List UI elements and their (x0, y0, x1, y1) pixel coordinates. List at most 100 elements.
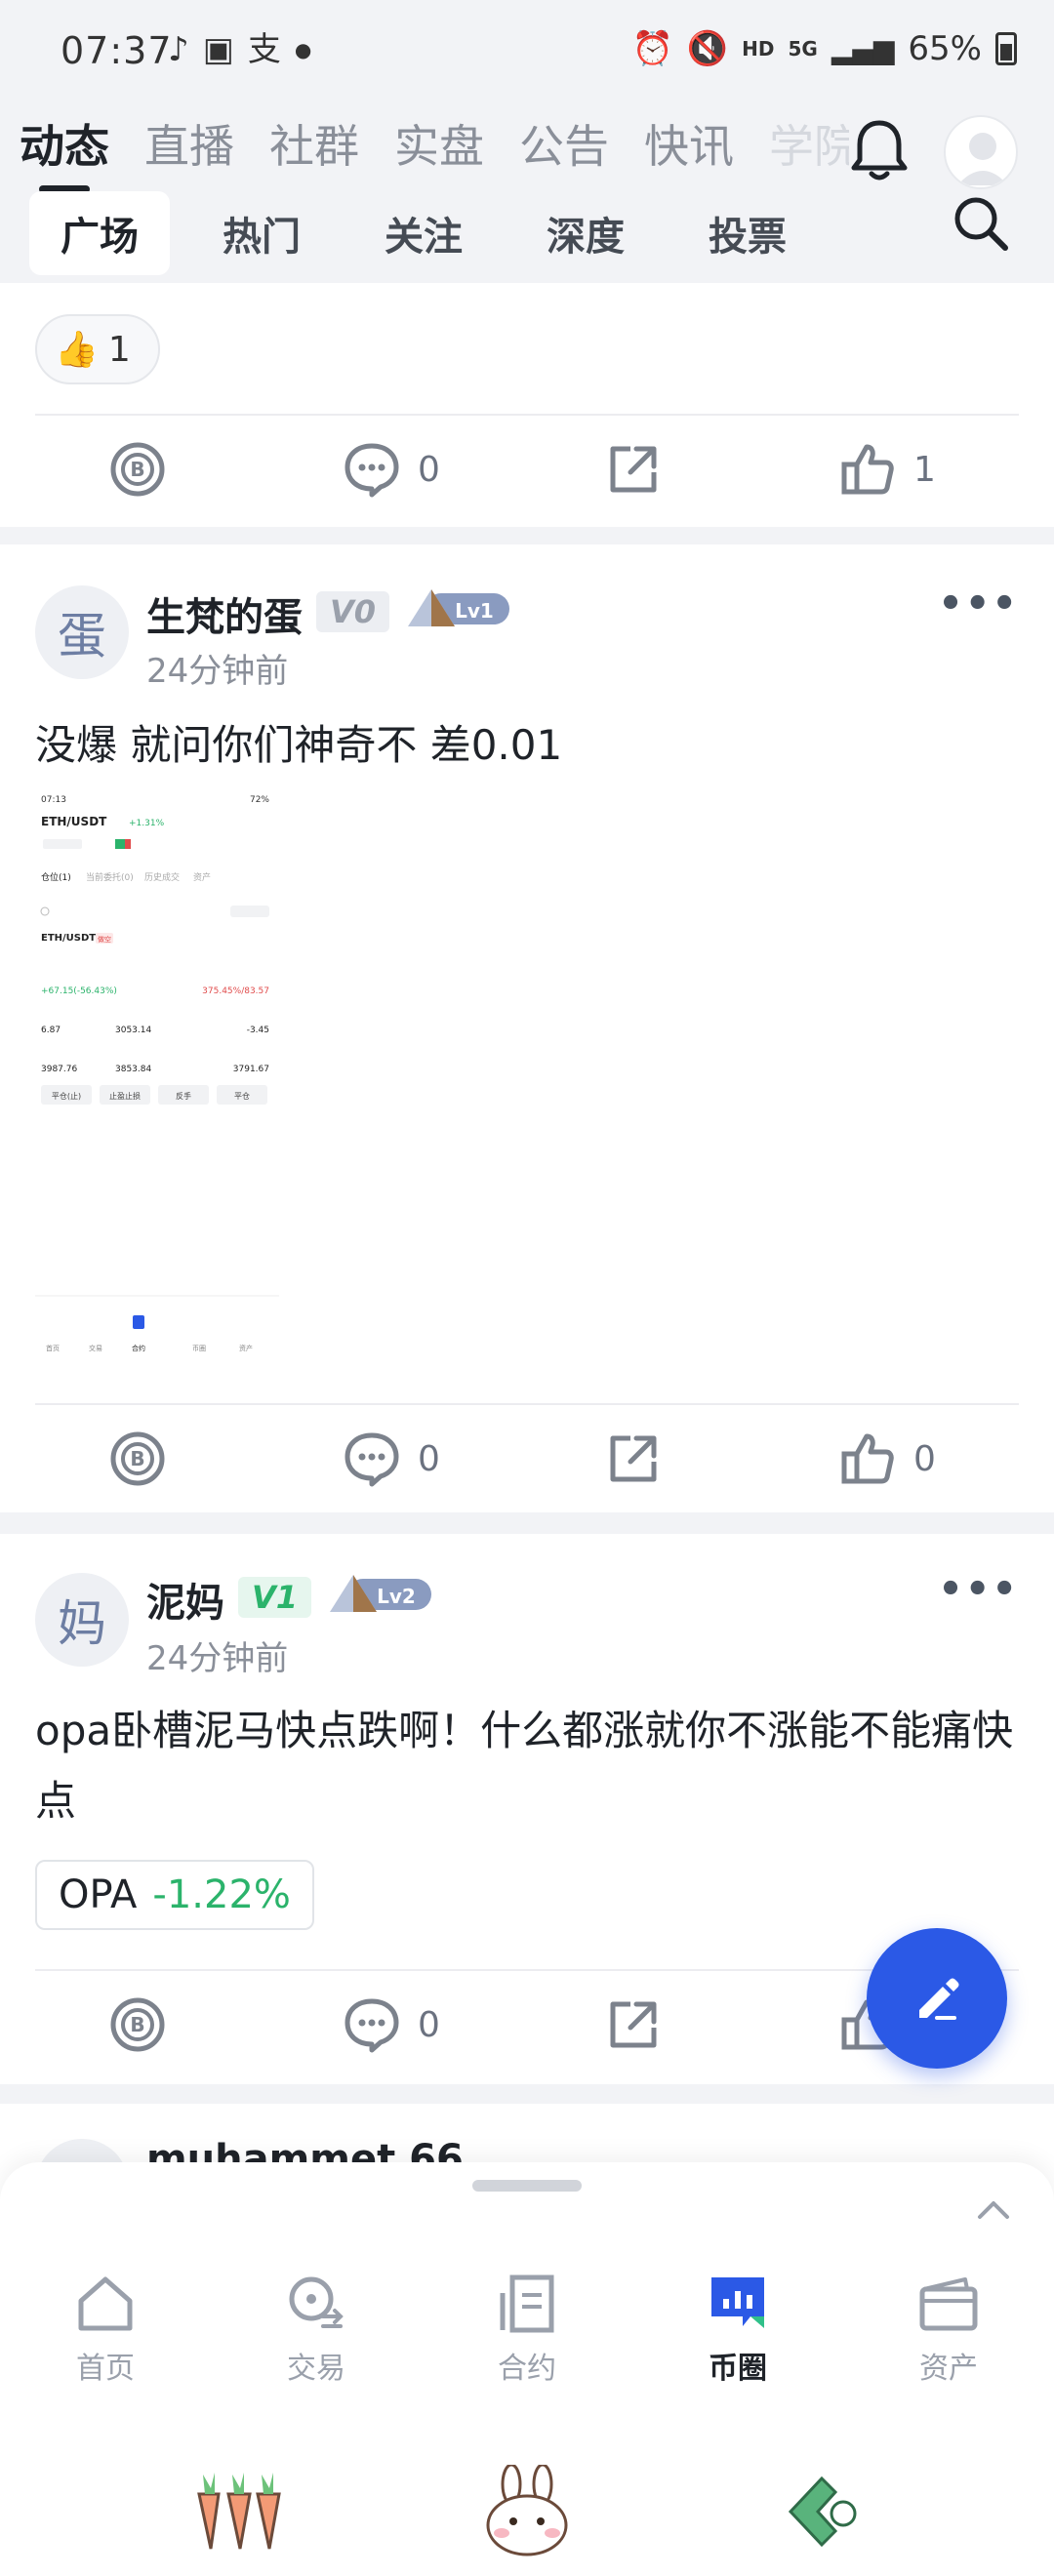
tiktok-icon: ♪ (168, 30, 189, 69)
green-arrow-app-icon[interactable] (771, 2465, 878, 2558)
status-right: ⏰ 🔇 HD 5G ▂▄▆ 65% (631, 29, 1017, 68)
thumb-position-pair: ETH/USDT (41, 933, 96, 944)
thumb-row2-a: 3987.76 (41, 1065, 77, 1074)
tab-flash-news[interactable]: 快讯 (644, 111, 734, 193)
tab-academy[interactable]: 学院 (769, 111, 849, 193)
thumb-nav-community: 币圈 (192, 1345, 206, 1352)
comment-button[interactable]: 0 (344, 416, 440, 523)
alarm-icon: ⏰ (631, 29, 673, 68)
chevron-up-icon[interactable] (972, 2188, 1015, 2231)
comment-icon (345, 443, 399, 498)
gallery-icon: ▣ (202, 30, 234, 69)
post-time: 24分钟前 (146, 1639, 289, 1678)
svg-text:B: B (130, 458, 144, 481)
level-label: Lv1 (455, 599, 494, 623)
pencil-icon (919, 1978, 959, 2020)
tip-button[interactable]: B (109, 1405, 166, 1512)
thumb-time: 07:13 (41, 795, 66, 805)
thumb-pair-change: +1.31% (129, 819, 165, 828)
carrot-icon[interactable] (185, 2465, 293, 2558)
level-badge-icon: Lv2 (330, 1575, 431, 1612)
thumb-btn-reverse: 反手 (176, 1091, 191, 1101)
share-button[interactable] (605, 1405, 662, 1512)
bell-icon[interactable] (849, 117, 910, 183)
subtab-hot[interactable]: 热门 (191, 191, 332, 275)
nav-home[interactable]: 首页 (0, 2272, 211, 2418)
subtab-following[interactable]: 关注 (353, 191, 494, 275)
more-options-icon[interactable]: ••• (938, 582, 1019, 626)
nav-community[interactable]: 币圈 (632, 2272, 843, 2418)
nav-trade[interactable]: 交易 (211, 2272, 422, 2418)
search-icon[interactable] (951, 193, 1011, 254)
dot-icon: ● (294, 38, 312, 61)
battery-percent: 65% (908, 29, 982, 68)
subtab-depth[interactable]: 深度 (515, 191, 656, 275)
main-tabs: 动态 直播 社群 实盘 公告 快讯 学院 (20, 111, 849, 193)
subtab-square[interactable]: 广场 (29, 191, 170, 275)
tip-button[interactable]: B (109, 1971, 166, 2078)
thumb-battery: 72% (250, 795, 269, 805)
thumb-pair: ETH/USDT (41, 815, 107, 828)
comment-count: 0 (418, 1438, 440, 1479)
nav-label: 合约 (498, 2352, 556, 2386)
reaction-chip[interactable]: 👍 1 (35, 314, 160, 384)
action-bar: B 0 0 (0, 1405, 1054, 1512)
profile-avatar[interactable] (944, 115, 1018, 189)
nav-assets[interactable]: 资产 (843, 2272, 1054, 2418)
tip-button[interactable]: B (109, 416, 166, 523)
network-label: HD (742, 37, 775, 60)
post-content: 没爆 就问你们神奇不 差0.01 (35, 721, 563, 769)
tab-live[interactable]: 直播 (144, 111, 234, 193)
contract-icon (500, 2274, 554, 2333)
comment-button[interactable]: 0 (344, 1405, 440, 1512)
bottom-nav: 首页 交易 合约 币圈 资产 (0, 2272, 1054, 2418)
home-icon (78, 2276, 133, 2331)
vip-badge: V1 (238, 1577, 312, 1618)
action-bar: B 0 1 (0, 416, 1054, 523)
sheet-drag-handle[interactable] (472, 2180, 582, 2192)
trade-icon (289, 2276, 344, 2328)
subtab-vote[interactable]: 投票 (677, 191, 818, 275)
thumb-position-tag: 做空 (98, 935, 111, 944)
level-label: Lv2 (377, 1585, 416, 1608)
like-count: 0 (913, 1438, 936, 1479)
status-bar: 07:37 ♪ ▣ 支 ● ⏰ 🔇 HD 5G ▂▄▆ 65% (0, 0, 1054, 109)
compose-button[interactable] (867, 1928, 1007, 2069)
avatar[interactable]: 妈 (35, 1573, 129, 1667)
nav-label: 首页 (76, 2352, 135, 2386)
reaction-count: 1 (107, 329, 131, 370)
post-screenshot-image[interactable]: 07:13 72% ETH/USDT +1.31% 仓位(1) 当前委托(0) … (35, 788, 279, 1374)
nav-label: 资产 (919, 2352, 978, 2386)
comment-button[interactable]: 0 (344, 1971, 440, 2078)
thumbs-up-icon (841, 1433, 894, 1484)
coin-change: -1.22% (152, 1872, 291, 1917)
battery-icon (995, 32, 1017, 65)
like-button[interactable]: 0 (839, 1405, 936, 1512)
wallet-icon (919, 2277, 978, 2331)
thumb-tab-history: 历史成交 (144, 871, 180, 883)
tab-announcement[interactable]: 公告 (519, 111, 609, 193)
coin-tip-icon: B (110, 1997, 165, 2052)
like-button[interactable]: 1 (839, 416, 936, 523)
nav-label: 币圈 (709, 2352, 767, 2386)
nav-label: 交易 (287, 2352, 345, 2386)
nav-contract[interactable]: 合约 (422, 2272, 632, 2418)
share-button[interactable] (605, 416, 662, 523)
thumb-nav-contract: 合约 (132, 1344, 145, 1352)
avatar[interactable]: 蛋 (35, 585, 129, 679)
rabbit-icon[interactable] (474, 2465, 582, 2558)
thumb-btn-close-all: 平仓 (234, 1091, 250, 1101)
coin-tag[interactable]: OPA -1.22% (35, 1860, 314, 1930)
svg-text:B: B (130, 1447, 144, 1470)
tab-community[interactable]: 社群 (269, 111, 359, 193)
tab-dynamic[interactable]: 动态 (20, 111, 109, 193)
more-options-icon[interactable]: ••• (938, 1567, 1019, 1612)
signal-label: 5G (788, 37, 818, 60)
thumb-pnl: +67.15(-56.43%) (41, 986, 117, 996)
user-name[interactable]: 生梵的蛋 (146, 585, 303, 642)
like-count: 1 (913, 449, 936, 490)
share-button[interactable] (605, 1971, 662, 2078)
tab-real-trading[interactable]: 实盘 (394, 111, 484, 193)
user-name[interactable]: 泥妈 (146, 1571, 224, 1628)
thumb-nav-assets: 资产 (239, 1344, 253, 1352)
